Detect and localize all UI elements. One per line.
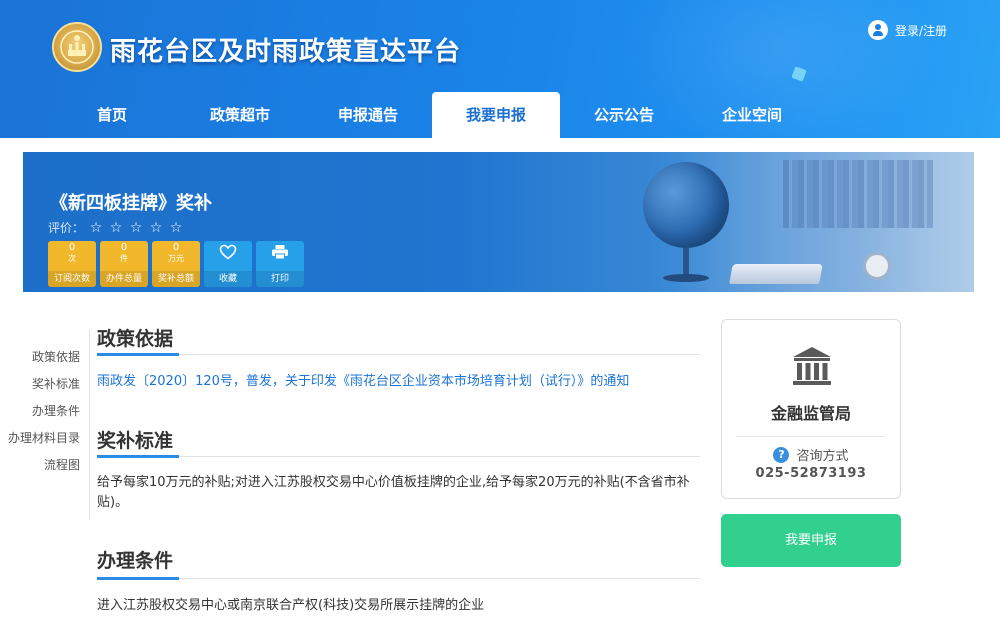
globe-base-illustration [663,274,709,282]
print-label: 打印 [256,271,304,287]
policy-stats: 0 次 订阅次数 0 件 办件总量 0 万元 奖补总额 收藏 打印 [48,241,308,287]
printer-icon [256,241,304,269]
side-item-flowchart[interactable]: 流程图 [0,452,80,479]
consult-method: ? 咨询方式 [722,445,900,464]
consult-phone: 025-52873193 [755,466,867,481]
stat-unit: 次 [68,254,76,263]
question-icon: ? [773,446,790,463]
rating-label: 评价： [48,221,85,235]
globe-stand-illustration [683,248,689,276]
stat-value: 0 [68,242,76,253]
policy-title: 《新四板挂牌》奖补 [50,193,212,214]
stat-subsidy-total: 0 万元 奖补总额 [152,241,200,287]
nav-item-policy-market[interactable]: 政策超市 [176,92,304,138]
bank-icon [790,344,834,392]
side-item-policy-basis[interactable]: 政策依据 [0,344,80,371]
nav-item-enterprise-space[interactable]: 企业空间 [688,92,816,138]
stat-value: 0 [172,242,180,253]
side-item-materials-list[interactable]: 办理材料目录 [0,425,80,452]
agency-contact-card: 金融监管局 ? 咨询方式 025-52873193 [721,319,901,499]
subsidy-standard-text: 给予每家10万元的补贴;对进入江苏股权交易中心价值板挂牌的企业,给予每家20万元… [97,475,690,510]
site-title: 雨花台区及时雨政策直达平台 [110,37,462,67]
section-divider [97,455,700,458]
stat-unit: 万元 [168,254,184,263]
nav-item-public-notice[interactable]: 公示公告 [560,92,688,138]
favorite-label: 收藏 [204,271,252,287]
stat-caption: 奖补总额 [152,271,200,287]
section-divider [97,353,700,356]
stat-caption: 办件总量 [100,271,148,287]
star-icon[interactable]: ☆ [166,220,186,236]
emblem-icon [60,30,94,64]
section-title-subsidy-standard: 奖补标准 [97,430,174,452]
side-item-subsidy-standard[interactable]: 奖补标准 [0,371,80,398]
site-header: 雨花台区及时雨政策直达平台 登录/注册 首页 政策超市 申报通告 我要申报 公示… [0,0,1000,138]
globe-illustration [643,162,729,248]
agency-name: 金融监管局 [770,404,851,423]
star-icon[interactable]: ☆ [106,220,126,236]
section-title-conditions: 办理条件 [97,550,174,572]
user-icon [868,20,888,40]
nav-item-apply[interactable]: 我要申报 [432,92,560,138]
side-item-conditions[interactable]: 办理条件 [0,398,80,425]
site-emblem-logo[interactable] [52,22,102,72]
conditions-text: 进入江苏股权交易中心或南京联合产权(科技)交易所展示挂牌的企业 [97,598,485,613]
star-icon[interactable]: ☆ [126,220,146,236]
card-divider [736,436,886,437]
star-icon[interactable]: ☆ [86,220,106,236]
login-register-label: 登录/注册 [895,23,948,38]
side-nav-divider [89,330,90,520]
nav-item-application-notice[interactable]: 申报通告 [304,92,432,138]
stat-value: 0 [120,242,128,253]
star-icon[interactable]: ☆ [146,220,166,236]
section-title-policy-basis: 政策依据 [97,328,174,350]
clock-illustration [863,252,891,280]
stat-caption: 订阅次数 [48,271,96,287]
policy-document-link[interactable]: 雨政发〔2020〕120号，普发，关于印发《雨花台区企业资本市场培育计划（试行）… [97,373,697,391]
stat-unit: 件 [120,254,128,263]
nav-item-home[interactable]: 首页 [48,92,176,138]
stat-case-count: 0 件 办件总量 [100,241,148,287]
login-register-link[interactable]: 登录/注册 [868,20,947,40]
consult-label: 咨询方式 [796,449,849,464]
bookshelf-illustration [783,160,933,228]
rating-stars: 评价： ☆ ☆ ☆ ☆ ☆ [48,219,186,236]
main-nav: 首页 政策超市 申报通告 我要申报 公示公告 企业空间 [48,92,816,138]
section-divider [97,577,700,580]
apply-button[interactable]: 我要申报 [721,514,901,567]
heart-icon [204,241,252,269]
section-side-nav: 政策依据 奖补标准 办理条件 办理材料目录 流程图 [0,344,80,479]
open-book-illustration [729,264,823,284]
print-button[interactable]: 打印 [256,241,304,287]
favorite-button[interactable]: 收藏 [204,241,252,287]
stat-subscriptions: 0 次 订阅次数 [48,241,96,287]
